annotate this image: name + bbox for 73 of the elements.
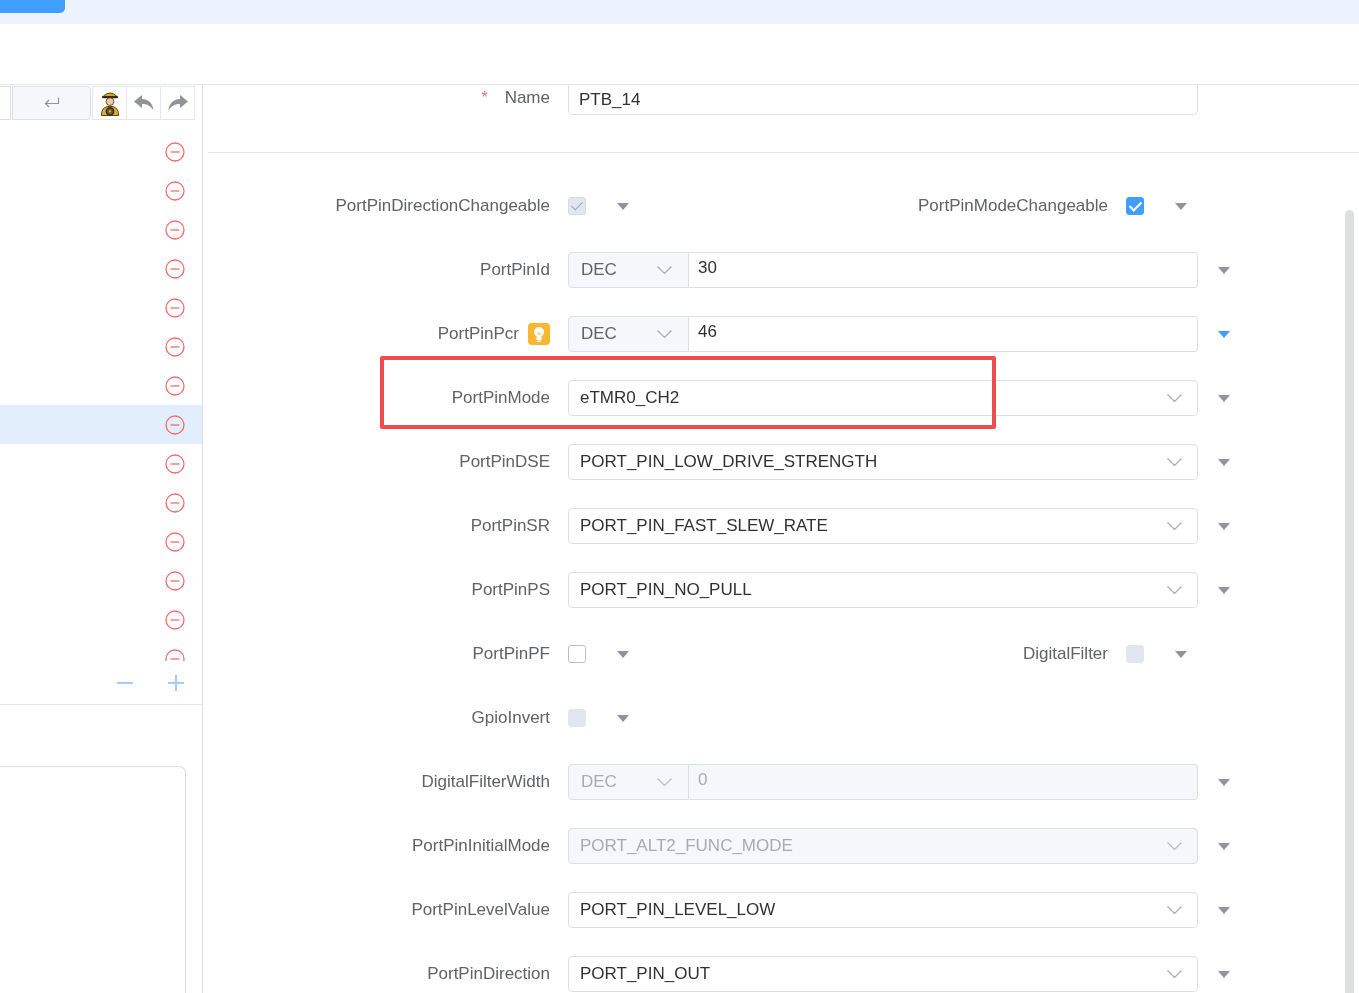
chevron-down-icon bbox=[1167, 522, 1182, 530]
field-label: DigitalFilter bbox=[1022, 644, 1108, 664]
remove-icon[interactable] bbox=[165, 492, 185, 513]
caret-down-icon[interactable] bbox=[1218, 330, 1230, 338]
remove-icon[interactable] bbox=[165, 609, 185, 630]
chevron-down-icon bbox=[1167, 458, 1182, 466]
field-label: PortPinDirectionChangeable bbox=[335, 196, 550, 216]
field-label: PortPinSR bbox=[470, 516, 550, 536]
caret-down-icon[interactable] bbox=[1175, 202, 1187, 210]
dropdown-select[interactable]: PORT_PIN_FAST_SLEW_RATE bbox=[568, 508, 1198, 544]
radix-select[interactable]: DEC bbox=[568, 252, 689, 288]
caret-down-icon[interactable] bbox=[617, 650, 629, 658]
field-label: PortPinDSE bbox=[459, 452, 550, 472]
field-label: PortPinPS bbox=[471, 580, 550, 600]
remove-icon[interactable] bbox=[165, 336, 185, 357]
number-input[interactable]: 46 bbox=[689, 316, 1198, 352]
chevron-down-icon bbox=[1167, 970, 1182, 978]
caret-down-icon[interactable] bbox=[1218, 266, 1230, 274]
driver-icon bbox=[98, 90, 121, 116]
remove-icon[interactable] bbox=[165, 375, 185, 396]
checkbox[interactable] bbox=[1126, 197, 1144, 215]
remove-icon[interactable] bbox=[165, 570, 185, 591]
caret-down-icon[interactable] bbox=[1218, 458, 1230, 466]
chevron-down-icon bbox=[657, 778, 672, 786]
field-label: PortPinPF bbox=[472, 644, 550, 664]
caret-down-icon[interactable] bbox=[1218, 522, 1230, 530]
remove-icon[interactable] bbox=[165, 258, 185, 279]
redo-button[interactable] bbox=[160, 86, 195, 120]
chevron-down-icon bbox=[1167, 842, 1182, 850]
scrollbar[interactable] bbox=[1345, 210, 1354, 993]
field-label: PortPinMode bbox=[451, 388, 550, 408]
chevron-down-icon bbox=[1167, 586, 1182, 594]
chevron-down-icon bbox=[1167, 906, 1182, 914]
chevron-down-icon bbox=[657, 266, 672, 274]
field-label: DigitalFilterWidth bbox=[421, 772, 550, 792]
radix-select[interactable]: DEC bbox=[568, 316, 689, 352]
dropdown-select[interactable]: PORT_PIN_LOW_DRIVE_STRENGTH bbox=[568, 444, 1198, 480]
minus-icon[interactable] bbox=[117, 681, 133, 684]
remove-icon[interactable] bbox=[165, 453, 185, 474]
lightbulb-icon[interactable] bbox=[528, 323, 550, 345]
field-label: Name bbox=[504, 88, 550, 108]
remove-icon[interactable] bbox=[165, 414, 185, 435]
dropdown-select[interactable]: PORT_PIN_OUT bbox=[568, 956, 1198, 992]
caret-down-icon[interactable] bbox=[1218, 970, 1230, 978]
remove-icon[interactable] bbox=[165, 219, 185, 240]
remove-icon[interactable] bbox=[165, 141, 185, 162]
redo-icon bbox=[167, 95, 188, 111]
chevron-down-icon bbox=[657, 330, 672, 338]
remove-icon[interactable] bbox=[165, 297, 185, 318]
field-label: PortPinDirection bbox=[427, 964, 550, 984]
remove-icon[interactable] bbox=[165, 531, 185, 552]
field-label: PortPinLevelValue bbox=[411, 900, 550, 920]
dropdown-select[interactable]: eTMR0_CH2 bbox=[568, 380, 1198, 416]
avatar-button[interactable] bbox=[92, 86, 127, 120]
required-mark: * bbox=[481, 89, 488, 107]
caret-down-icon[interactable] bbox=[1218, 586, 1230, 594]
dropdown-select[interactable]: PORT_PIN_NO_PULL bbox=[568, 572, 1198, 608]
field-label: PortPinPcr bbox=[437, 324, 519, 344]
caret-down-icon[interactable] bbox=[1218, 906, 1230, 914]
plus-icon[interactable] bbox=[168, 674, 184, 691]
name-input[interactable]: PTB_14 bbox=[568, 85, 1198, 115]
number-input[interactable]: 30 bbox=[689, 252, 1198, 288]
checkbox[interactable] bbox=[568, 645, 586, 663]
enter-icon bbox=[43, 97, 60, 109]
input-field[interactable] bbox=[0, 86, 11, 120]
remove-icon[interactable] bbox=[165, 180, 185, 201]
chevron-down-icon bbox=[1167, 394, 1182, 402]
caret-down-icon[interactable] bbox=[1218, 394, 1230, 402]
undo-icon bbox=[133, 95, 154, 111]
field-label: PortPinId bbox=[480, 260, 550, 280]
field-label: GpioInvert bbox=[471, 708, 550, 728]
field-label: PortPinInitialMode bbox=[412, 836, 550, 856]
dropdown-select[interactable]: PORT_PIN_LEVEL_LOW bbox=[568, 892, 1198, 928]
